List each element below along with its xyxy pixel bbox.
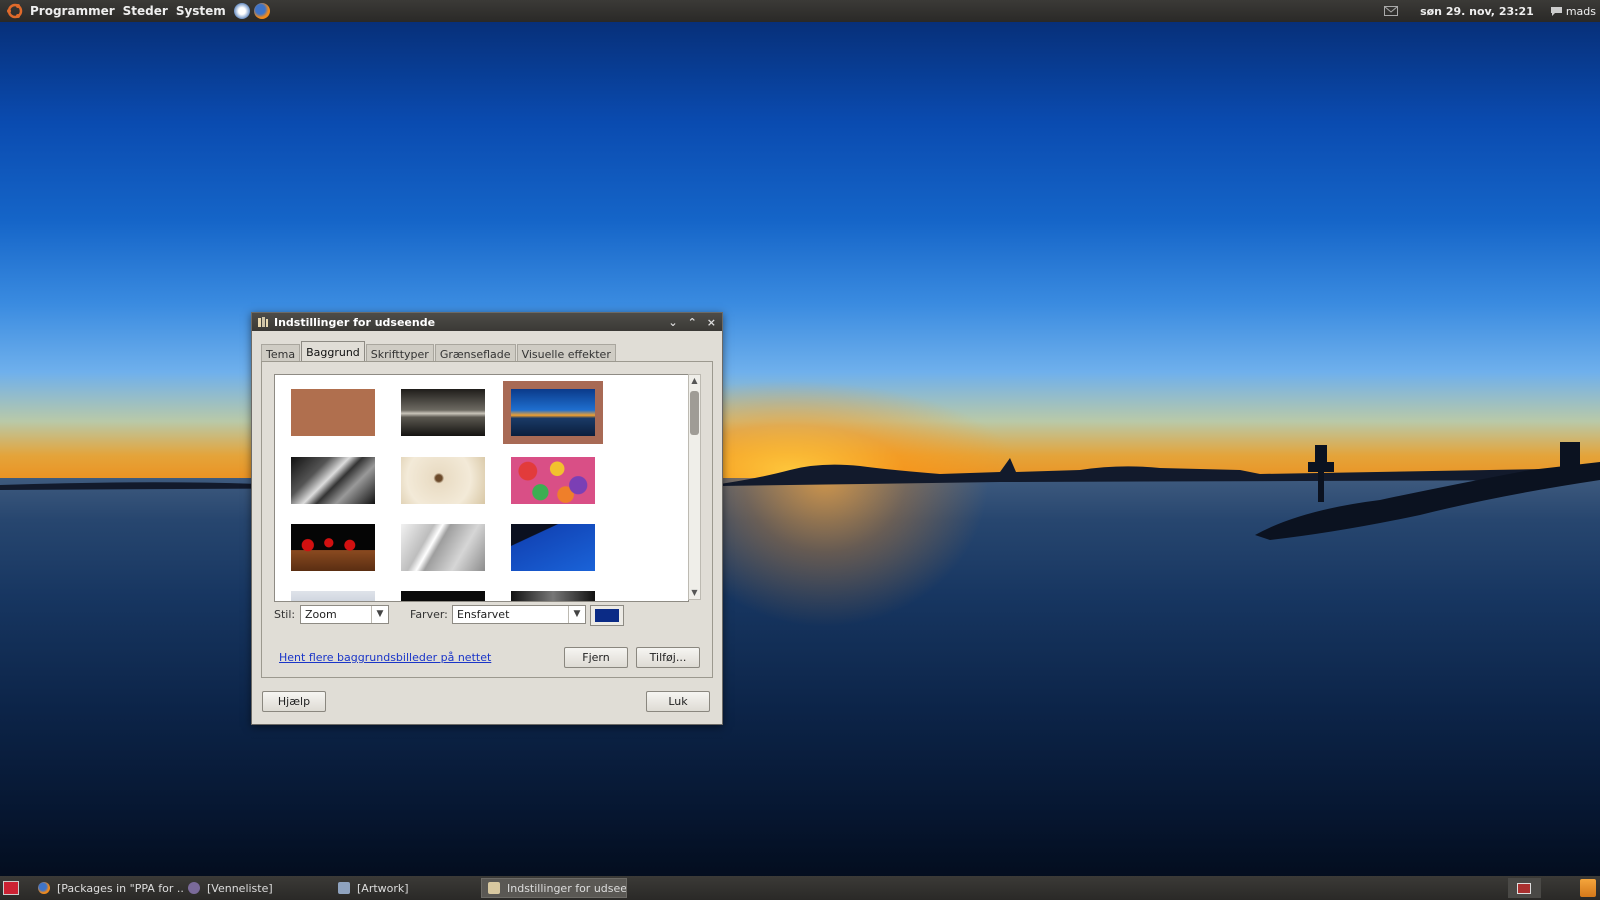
appearance-icon — [488, 882, 500, 894]
wallpaper-thumb-vintage-car[interactable] — [291, 457, 375, 504]
chevron-down-icon: ▼ — [371, 606, 388, 623]
help-launcher-icon[interactable] — [233, 3, 250, 19]
wallpaper-thumb-partial-1[interactable] — [291, 591, 375, 601]
desktop-wallpaper — [0, 0, 1600, 900]
chevron-down-icon: ▼ — [568, 606, 585, 623]
wallpaper-gallery[interactable] — [274, 374, 689, 602]
task-label: [Artwork] — [357, 881, 409, 895]
add-button[interactable]: Tilføj... — [636, 647, 700, 668]
color-swatch — [595, 609, 619, 622]
style-dropdown-value: Zoom — [305, 608, 337, 621]
style-label: Stil: — [274, 608, 296, 621]
chat-bubble-icon — [1550, 6, 1562, 16]
minimize-button[interactable]: ⌄ — [668, 316, 677, 329]
workspace-1[interactable] — [1517, 883, 1531, 894]
gallery-scrollbar[interactable]: ▲ ▼ — [688, 374, 701, 600]
workspace-switcher[interactable] — [1508, 878, 1541, 898]
task-appearance-preferences[interactable]: Indstillinger for udsee... — [481, 878, 627, 898]
help-button[interactable]: Hjælp — [262, 691, 326, 712]
firefox-icon — [38, 882, 50, 894]
menu-system[interactable]: System — [172, 4, 230, 18]
wallpaper-thumb-partial-3[interactable] — [511, 591, 595, 601]
ubuntu-logo-icon[interactable] — [6, 2, 24, 20]
bottom-panel: [Packages in "PPA for ... [Venneliste] [… — [0, 876, 1600, 900]
chat-icon — [338, 882, 350, 894]
tab-baggrund[interactable]: Baggrund — [301, 341, 365, 363]
scrollbar-thumb[interactable] — [690, 391, 699, 435]
trash-icon[interactable] — [1580, 879, 1596, 897]
tab-bar: Tema Baggrund Skrifttyper Grænseflade Vi… — [261, 341, 617, 363]
window-titlebar[interactable]: Indstillinger for udseende ⌄ ⌃ × — [252, 313, 722, 331]
appearance-icon — [258, 317, 268, 327]
get-more-backgrounds-link[interactable]: Hent flere baggrundsbilleder på nettet — [279, 651, 491, 664]
clock[interactable]: søn 29. nov, 23:21 — [1420, 5, 1534, 18]
task-firefox[interactable]: [Packages in "PPA for ... — [32, 878, 184, 898]
task-venneliste[interactable]: [Venneliste] — [182, 878, 334, 898]
colors-dropdown-value: Ensfarvet — [457, 608, 510, 621]
background-tab-panel: ▲ ▼ Stil: Zoom ▼ Farver: Ensfarvet ▼ Hen… — [261, 361, 713, 678]
task-artwork[interactable]: [Artwork] — [332, 878, 484, 898]
show-desktop-icon[interactable] — [3, 881, 19, 895]
pidgin-icon — [188, 882, 200, 894]
scroll-up-arrow-icon[interactable]: ▲ — [689, 375, 700, 387]
color-picker-button[interactable] — [590, 605, 624, 626]
wallpaper-thumb-solid-brown[interactable] — [291, 389, 375, 436]
wallpaper-thumb-partial-2[interactable] — [401, 591, 485, 601]
close-window-button[interactable]: × — [707, 316, 716, 329]
wallpaper-thumb-blue-silhouette[interactable] — [511, 524, 595, 571]
mail-icon[interactable] — [1384, 6, 1399, 16]
maximize-button[interactable]: ⌃ — [688, 316, 697, 329]
wallpaper-thumb-colorful-buttons[interactable] — [511, 457, 595, 504]
top-panel: Programmer Steder System søn 29. nov, 23… — [0, 0, 1600, 22]
colors-label: Farver: — [410, 608, 448, 621]
firefox-launcher-icon[interactable] — [253, 3, 270, 19]
colors-dropdown[interactable]: Ensfarvet ▼ — [452, 605, 586, 624]
menu-programmer[interactable]: Programmer — [26, 4, 119, 18]
wallpaper-thumb-red-cherries[interactable] — [291, 524, 375, 571]
close-button[interactable]: Luk — [646, 691, 710, 712]
wallpaper-silhouette — [0, 442, 1600, 540]
remove-button[interactable]: Fjern — [564, 647, 628, 668]
task-label: [Packages in "PPA for ... — [57, 881, 184, 895]
wallpaper-thumb-dark-clouds[interactable] — [401, 389, 485, 436]
appearance-preferences-window: Indstillinger for udseende ⌄ ⌃ × Tema Ba… — [251, 312, 723, 725]
wallpaper-thumb-blue-sunset-sea[interactable] — [503, 381, 603, 444]
window-title: Indstillinger for udseende — [274, 315, 436, 329]
task-label: [Venneliste] — [207, 881, 273, 895]
user-name: mads — [1565, 4, 1596, 18]
wallpaper-thumb-butterfly-field[interactable] — [401, 457, 485, 504]
user-menu[interactable]: mads — [1550, 5, 1596, 18]
menu-steder[interactable]: Steder — [119, 4, 172, 18]
scroll-down-arrow-icon[interactable]: ▼ — [689, 587, 700, 599]
style-dropdown[interactable]: Zoom ▼ — [300, 605, 389, 624]
wallpaper-thumb-silver-abstract[interactable] — [401, 524, 485, 571]
task-label: Indstillinger for udsee... — [507, 881, 627, 895]
